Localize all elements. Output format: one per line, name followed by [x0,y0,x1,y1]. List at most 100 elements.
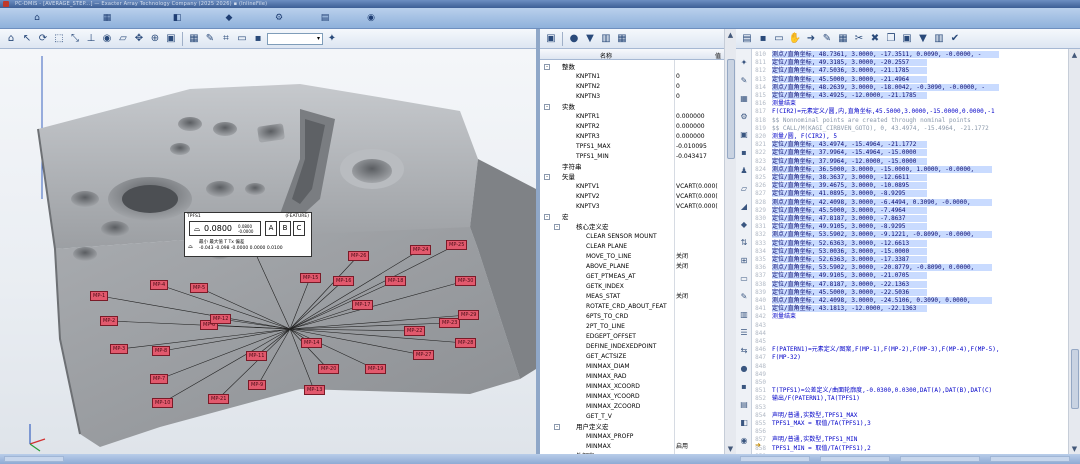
tree-item[interactable]: KNPTR3 0.000000 [540,132,724,142]
tree-item[interactable]: ROTATE_CRD_ABOUT_FEAT [540,302,724,312]
tree-group[interactable]: - 核心定义宏 [540,222,724,232]
tree-group[interactable]: 字符串 [540,162,724,172]
sort-icon[interactable]: ⇅ [738,237,750,247]
tree-item[interactable]: MINMAX_PROFP [540,432,724,442]
open-icon[interactable]: ▤ [740,32,754,46]
tree-item[interactable]: MINMAX_ZCOORD [540,402,724,412]
pin-icon[interactable]: ✦ [325,32,339,46]
monitor-icon[interactable]: ▣ [544,32,558,46]
tree-item[interactable]: GET_T_V [540,412,724,422]
scale-icon[interactable]: ⤡ [68,32,82,46]
point-label[interactable]: MP-7 [150,374,169,384]
point-label[interactable]: MP-15 [300,273,322,283]
folder-icon[interactable]: ▤ [738,399,750,409]
copy-icon[interactable]: ❐ [884,32,898,46]
code-line[interactable]: 834 定位/直角坐标, 53.0036, 3.0000, -15.0000 [752,247,1068,255]
point-label[interactable]: MP-29 [458,310,480,320]
code-line[interactable]: 857 声明/普通,实数型,TPFS1_MIN [752,436,1068,443]
paste-icon[interactable]: ▣ [900,32,914,46]
zoom-icon[interactable]: ⊕ [148,32,162,46]
code-line[interactable]: 841 定位/直角坐标, 43.1813, -12.0000, -22.1363 [752,305,1068,313]
scroll-thumb[interactable] [1071,349,1079,409]
code-line[interactable]: 847 F(MP-32) [752,354,1068,361]
code-line[interactable]: 824 测点/直角坐标, 36.5000, 3.0000, -15.0000, … [752,165,1068,173]
window-icon[interactable]: ▭ [738,273,750,283]
tree-group[interactable]: - 用户定义宏 [540,422,724,432]
note-icon[interactable]: ✎ [738,291,750,301]
expand-toggle-icon[interactable]: - [544,64,550,70]
point-label[interactable]: MP-30 [455,276,477,286]
point-label[interactable]: MP-17 [352,300,374,310]
point-label[interactable]: MP-24 [410,245,432,255]
code-line[interactable]: 838 定位/直角坐标, 47.8187, 3.0000, -22.1363 [752,280,1068,288]
tree-item[interactable]: KNPTV1 VCART(0.000( [540,182,724,192]
tree-item[interactable]: MEAS_STAT 关闭 [540,292,724,302]
tree-item[interactable]: MINMAX_RAD [540,372,724,382]
camera-icon[interactable]: ◉ [364,11,378,25]
code-line[interactable]: 811 定位/直角坐标, 49.3185, 3.0000, -20.2557 [752,59,1068,67]
bookmark-icon[interactable]: ◧ [738,417,750,427]
code-line[interactable]: 850 [752,379,1068,386]
delete-icon[interactable]: ✖ [868,32,882,46]
code-line[interactable]: 817 F(CIR2)=元素定义/圆,内,直角坐标,45.5000,3.0000,… [752,108,1068,115]
code-line[interactable]: 821 定位/直角坐标, 43.4974, -15.4964, -21.1772 [752,141,1068,149]
plane-icon[interactable]: ▱ [116,32,130,46]
gear-icon[interactable]: ⚙ [272,11,286,25]
code-line[interactable]: 812 定位/直角坐标, 47.5036, 3.0000, -21.1785 [752,67,1068,75]
display-icon[interactable]: ▣ [164,32,178,46]
code-line[interactable]: 844 [752,330,1068,337]
grid-icon[interactable]: ▦ [100,11,114,25]
code-line[interactable]: 827 定位/直角坐标, 41.0895, 3.0000, -8.9295 [752,190,1068,198]
filter-icon[interactable]: ▼ [916,32,930,46]
point-label[interactable]: MP-27 [413,350,435,360]
grid-icon[interactable]: ▦ [615,32,629,46]
table-icon[interactable]: ▦ [738,93,750,103]
point-label[interactable]: MP-10 [152,398,174,408]
probe-icon[interactable]: ✎ [738,75,750,85]
tree-item[interactable]: KNPTV3 VCART(0.000( [540,202,724,212]
check-icon[interactable]: ✔ [948,32,962,46]
eye-icon[interactable]: ◉ [100,32,114,46]
code-line[interactable]: 831 定位/直角坐标, 49.9105, 3.0000, -8.9295 [752,223,1068,231]
tree-item[interactable]: KNPTV2 VCART(0.000( [540,192,724,202]
code-line[interactable]: 830 定位/直角坐标, 47.8187, 3.0000, -7.8637 [752,215,1068,222]
edit-icon[interactable]: ✎ [820,32,834,46]
expand-toggle-icon[interactable]: - [544,214,550,220]
save-view-icon[interactable]: ▪ [251,32,265,46]
code-line[interactable]: 828 测点/直角坐标, 42.4098, 3.0000, -6.4494, 0… [752,198,1068,206]
home-view-icon[interactable]: ⌂ [4,32,18,46]
tree-item[interactable]: KNPTN3 0 [540,92,724,102]
axis-icon[interactable]: ⊥ [84,32,98,46]
point-label[interactable]: MP-19 [365,364,387,374]
pin-icon[interactable]: ✦ [738,57,750,67]
code-line[interactable]: 813 定位/直角坐标, 45.5000, 3.0000, -21.4964 [752,75,1068,83]
tree-group[interactable]: -宏 [540,212,724,222]
tree-group[interactable]: - 实数 [540,102,724,112]
code-line[interactable]: 851 T(TPFS1)=公差定义/曲面轮廓度,-0.0300,0.0300,DA… [752,387,1068,394]
edit-icon[interactable]: ▣ [738,129,750,139]
program-editor[interactable]: 810 测点/直角坐标, 48.7361, 3.0000, -17.3511, … [752,49,1068,454]
tree-group[interactable]: - 矢量 [540,172,724,182]
code-line[interactable]: 856 [752,428,1068,435]
point-label[interactable]: MP-16 [333,276,355,286]
tree-icon[interactable]: ⊞ [738,255,750,265]
pan-icon[interactable]: ✥ [132,32,146,46]
column-value-header[interactable]: 值 [715,51,721,60]
tree-item[interactable]: MINMAX_DIAM [540,362,724,372]
tree-item[interactable]: DEFINE_INDEXEDPOINT [540,342,724,352]
point-label[interactable]: MP-4 [150,280,169,290]
list-icon[interactable]: ☰ [738,327,750,337]
code-line[interactable]: 837 定位/直角坐标, 49.9105, 3.0000, -21.0705 [752,272,1068,280]
code-line[interactable]: 849 [752,371,1068,378]
point-label[interactable]: MP-25 [446,240,468,250]
point-label[interactable]: MP-8 [152,346,171,356]
user-icon[interactable]: ♟ [738,165,750,175]
tree-item[interactable]: TPFS1_MIN -0.043417 [540,152,724,162]
point-label[interactable]: MP-22 [404,326,426,336]
expand-toggle-icon[interactable]: - [554,224,560,230]
view-icon[interactable]: ▭ [235,32,249,46]
scroll-thumb[interactable] [727,59,735,159]
code-line[interactable]: 854 声明/普通,实数型,TPFS1_MAX [752,412,1068,419]
tree-item[interactable]: GET_PTMEAS_AT [540,272,724,282]
code-line[interactable]: 816 测量结束 [752,100,1068,107]
